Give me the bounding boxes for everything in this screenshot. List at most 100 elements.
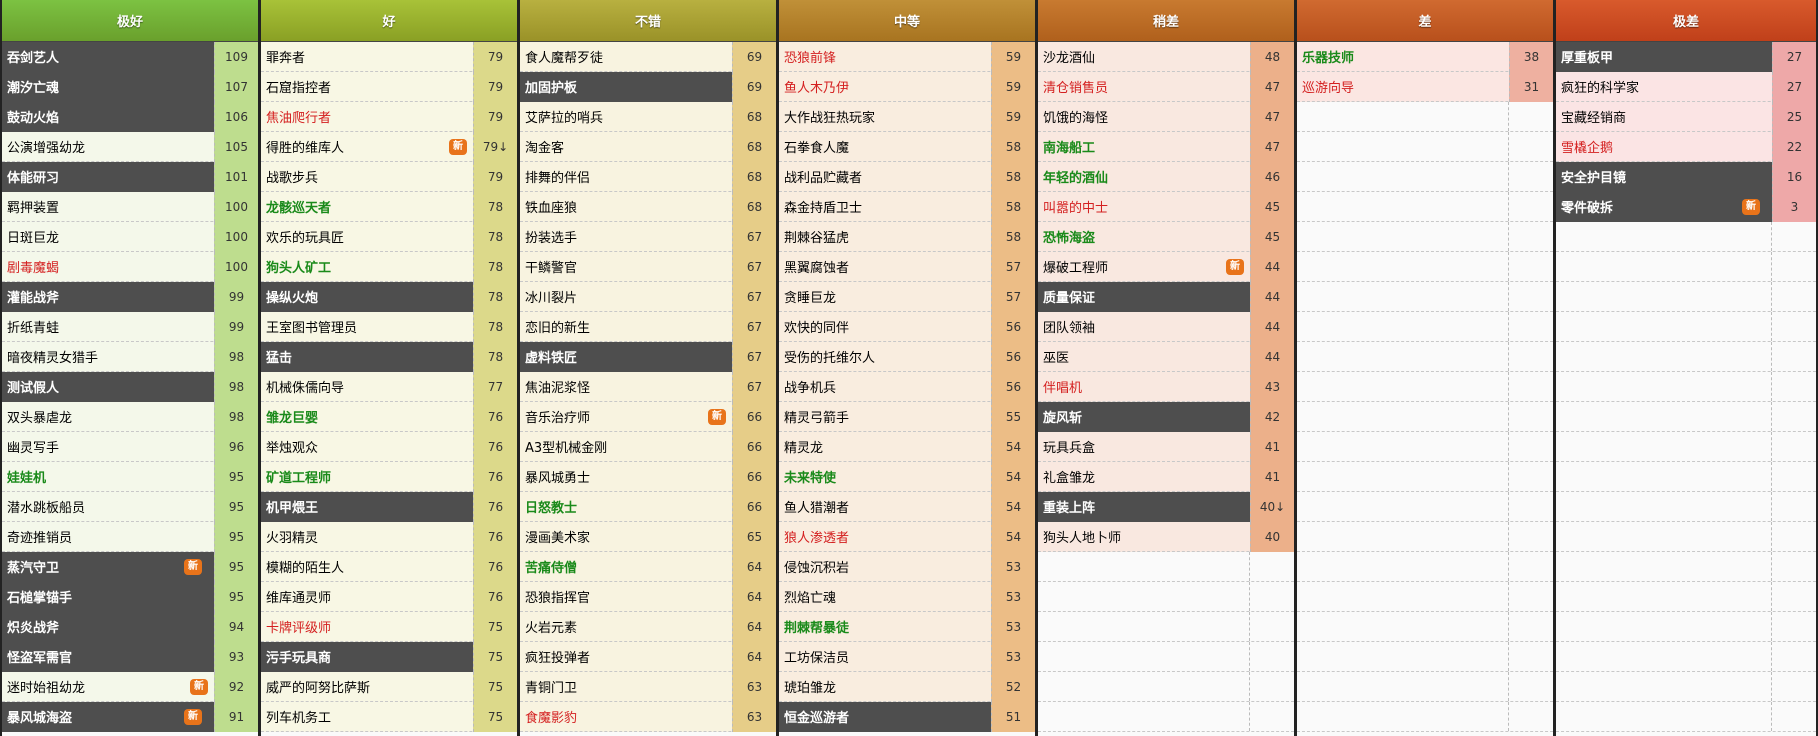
card-row[interactable]: 幽灵写手 96: [2, 431, 258, 462]
card-row[interactable]: 淘金客 68: [520, 131, 776, 162]
card-row[interactable]: 怪盗军需官 93: [2, 641, 258, 672]
card-row[interactable]: 爆破工程师 新 44: [1038, 251, 1294, 282]
card-row[interactable]: A3型机械金刚 66: [520, 431, 776, 462]
card-row[interactable]: 重装上阵 40↓: [1038, 491, 1294, 522]
card-row[interactable]: 疯狂投弹者 64: [520, 641, 776, 672]
card-row[interactable]: 日怒教士 66: [520, 491, 776, 522]
card-row[interactable]: 狗头人矿工 78: [261, 251, 517, 282]
card-row[interactable]: 龙骸巡天者 78: [261, 191, 517, 222]
card-row[interactable]: 受伤的托维尔人 56: [779, 341, 1035, 372]
card-row[interactable]: 巫医 44: [1038, 341, 1294, 372]
card-row[interactable]: 维库通灵师 76: [261, 581, 517, 612]
card-row[interactable]: 恐狼前锋 59: [779, 41, 1035, 72]
card-row[interactable]: 体能研习 101: [2, 161, 258, 192]
card-row[interactable]: 石拳食人魔 58: [779, 131, 1035, 162]
card-row[interactable]: 欢乐的玩具匠 78: [261, 221, 517, 252]
card-row[interactable]: 火羽精灵 76: [261, 521, 517, 552]
card-row[interactable]: 威严的阿努比萨斯 75: [261, 671, 517, 702]
card-row[interactable]: 荆棘谷猛虎 58: [779, 221, 1035, 252]
card-row[interactable]: 伴唱机 43: [1038, 371, 1294, 402]
card-row[interactable]: 娃娃机 95: [2, 461, 258, 492]
card-row[interactable]: 团队领袖 44: [1038, 311, 1294, 342]
card-row[interactable]: 迷时始祖幼龙 新 92: [2, 671, 258, 702]
card-row[interactable]: 石窟指控者 79: [261, 71, 517, 102]
card-row[interactable]: 鱼人木乃伊 59: [779, 71, 1035, 102]
card-row[interactable]: 黑翼腐蚀者 57: [779, 251, 1035, 282]
card-row[interactable]: 污手玩具商 75: [261, 641, 517, 672]
card-row[interactable]: 吞剑艺人 109: [2, 41, 258, 72]
card-row[interactable]: 冰川裂片 67: [520, 281, 776, 312]
card-row[interactable]: 虚料铁匠 67: [520, 341, 776, 372]
card-row[interactable]: 琥珀雏龙 52: [779, 671, 1035, 702]
card-row[interactable]: 机械侏儒向导 77: [261, 371, 517, 402]
card-row[interactable]: 叫嚣的中士 45: [1038, 191, 1294, 222]
card-row[interactable]: 得胜的维库人 新 79↓: [261, 131, 517, 162]
card-row[interactable]: 炽炎战斧 94: [2, 611, 258, 642]
card-row[interactable]: 南海船工 47: [1038, 131, 1294, 162]
card-row[interactable]: 剧毒魔蝎 100: [2, 251, 258, 282]
card-row[interactable]: 石槌掌锚手 95: [2, 581, 258, 612]
card-row[interactable]: 恐怖海盗 45: [1038, 221, 1294, 252]
card-row[interactable]: 狗头人地卜师 40: [1038, 521, 1294, 552]
card-row[interactable]: 暴风城海盗新 91: [2, 701, 258, 732]
card-row[interactable]: 鼓动火焰 106: [2, 101, 258, 132]
card-row[interactable]: 玩具兵盒 41: [1038, 431, 1294, 462]
card-row[interactable]: 漫画美术家 65: [520, 521, 776, 552]
card-row[interactable]: 食人魔帮歹徒 69: [520, 41, 776, 72]
tier-header[interactable]: 不错: [520, 0, 776, 42]
card-row[interactable]: 王室图书管理员 78: [261, 311, 517, 342]
card-row[interactable]: 焦油爬行者 79: [261, 101, 517, 132]
card-row[interactable]: 卡牌评级师 75: [261, 611, 517, 642]
card-row[interactable]: 烈焰亡魂 53: [779, 581, 1035, 612]
card-row[interactable]: 疯狂的科学家 27: [1556, 71, 1816, 102]
card-row[interactable]: 双头暴虐龙 98: [2, 401, 258, 432]
card-row[interactable]: 青铜门卫 63: [520, 671, 776, 702]
card-row[interactable]: 潮汐亡魂 107: [2, 71, 258, 102]
card-row[interactable]: 雪橇企鹅 22: [1556, 131, 1816, 162]
card-row[interactable]: 奇迹推销员 95: [2, 521, 258, 552]
card-row[interactable]: 羁押装置 100: [2, 191, 258, 222]
card-row[interactable]: 沙龙酒仙 48: [1038, 41, 1294, 72]
card-row[interactable]: 厚重板甲 27: [1556, 41, 1816, 72]
card-row[interactable]: 旋风斩 42: [1038, 401, 1294, 432]
card-row[interactable]: 排舞的伴侣 68: [520, 161, 776, 192]
card-row[interactable]: 操纵火炮 78: [261, 281, 517, 312]
card-row[interactable]: 巡游向导 31: [1297, 71, 1553, 102]
card-row[interactable]: 年轻的酒仙 46: [1038, 161, 1294, 192]
card-row[interactable]: 干鳞警官 67: [520, 251, 776, 282]
card-row[interactable]: 机甲煨王 76: [261, 491, 517, 522]
card-row[interactable]: 森金持盾卫士 58: [779, 191, 1035, 222]
card-row[interactable]: 恒金巡游者 51: [779, 701, 1035, 732]
card-row[interactable]: 猛击 78: [261, 341, 517, 372]
card-row[interactable]: 宝藏经销商 25: [1556, 101, 1816, 132]
card-row[interactable]: 公演增强幼龙 105: [2, 131, 258, 162]
card-row[interactable]: 举烛观众 76: [261, 431, 517, 462]
card-row[interactable]: 矿道工程师 76: [261, 461, 517, 492]
card-row[interactable]: 战利品贮藏者 58: [779, 161, 1035, 192]
card-row[interactable]: 战争机兵 56: [779, 371, 1035, 402]
card-row[interactable]: 食魔影豹 63: [520, 701, 776, 732]
card-row[interactable]: 狼人渗透者 54: [779, 521, 1035, 552]
card-row[interactable]: 精灵弓箭手 55: [779, 401, 1035, 432]
tier-header[interactable]: 好: [261, 0, 517, 42]
card-row[interactable]: 鱼人猎潮者 54: [779, 491, 1035, 522]
card-row[interactable]: 荆棘帮暴徒 53: [779, 611, 1035, 642]
tier-header[interactable]: 差: [1297, 0, 1553, 42]
card-row[interactable]: 灌能战斧 99: [2, 281, 258, 312]
card-row[interactable]: 饥饿的海怪 47: [1038, 101, 1294, 132]
card-row[interactable]: 蒸汽守卫新 95: [2, 551, 258, 582]
card-row[interactable]: 列车机务工 75: [261, 701, 517, 732]
card-row[interactable]: 暗夜精灵女猎手 98: [2, 341, 258, 372]
card-row[interactable]: 未来特使 54: [779, 461, 1035, 492]
card-row[interactable]: 恐狼指挥官 64: [520, 581, 776, 612]
card-row[interactable]: 质量保证 44: [1038, 281, 1294, 312]
tier-header[interactable]: 极好: [2, 0, 258, 42]
card-row[interactable]: 乐器技师 38: [1297, 41, 1553, 72]
card-row[interactable]: 工坊保洁员 53: [779, 641, 1035, 672]
card-row[interactable]: 礼盒雏龙 41: [1038, 461, 1294, 492]
card-row[interactable]: 战歌步兵 79: [261, 161, 517, 192]
card-row[interactable]: 模糊的陌生人 76: [261, 551, 517, 582]
card-row[interactable]: 艾萨拉的哨兵 68: [520, 101, 776, 132]
card-row[interactable]: 加固护板 69: [520, 71, 776, 102]
card-row[interactable]: 大作战狂热玩家 59: [779, 101, 1035, 132]
